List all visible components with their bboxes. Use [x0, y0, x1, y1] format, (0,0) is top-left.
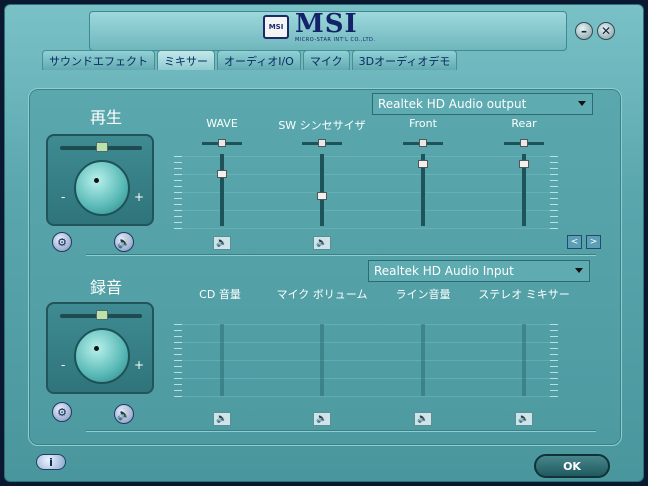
prev-channels-button[interactable]: <	[567, 235, 582, 249]
playback-title: 再生	[90, 108, 123, 127]
rear-fader[interactable]	[519, 154, 529, 226]
playback-grid	[182, 156, 550, 229]
dropdown-arrow-icon	[575, 268, 583, 273]
sw-synth-fader[interactable]	[317, 154, 327, 226]
next-channels-button[interactable]: >	[586, 235, 601, 249]
rear-fader-thumb[interactable]	[519, 160, 529, 168]
cd-fader[interactable]	[220, 324, 224, 396]
mute-icon: 🔈	[316, 238, 328, 248]
tab-microphone[interactable]: マイク	[302, 50, 350, 70]
channel-label-front: Front	[409, 117, 437, 130]
sw-synth-balance[interactable]	[302, 139, 342, 147]
mic-fader[interactable]	[320, 324, 324, 396]
playback-scale-right	[550, 156, 558, 229]
recording-balance-track[interactable]	[60, 310, 142, 320]
recording-plus: +	[134, 358, 145, 372]
channel-label-mic: マイク ボリューム	[276, 288, 368, 301]
wave-fader-thumb[interactable]	[217, 170, 227, 178]
recording-volume-control: - +	[46, 302, 154, 394]
playback-volume-knob[interactable]	[74, 160, 130, 216]
playback-balance-thumb[interactable]	[96, 142, 108, 152]
recording-minus: -	[61, 358, 66, 372]
close-button[interactable]: ✕	[597, 22, 615, 40]
mute-icon: 🔈	[216, 238, 228, 248]
tab-mixer[interactable]: ミキサー	[157, 50, 215, 70]
playback-plus: +	[134, 190, 145, 204]
playback-balance-track[interactable]	[60, 142, 142, 152]
recording-grid	[182, 324, 550, 397]
speaker-icon: 🔊	[117, 235, 131, 249]
mute-icon: 🔈	[316, 414, 328, 424]
rear-balance[interactable]	[504, 139, 544, 147]
section-divider	[86, 254, 596, 256]
mute-icon: 🔈	[518, 414, 530, 424]
wave-fader[interactable]	[217, 154, 227, 226]
sw-synth-fader-thumb[interactable]	[317, 192, 327, 200]
recording-scale-left	[174, 324, 182, 397]
stereo-mix-mute-button[interactable]: 🔈	[515, 412, 533, 426]
tune-icon: ⚙	[57, 235, 67, 249]
recording-mute-all-button[interactable]: 🔊	[114, 404, 134, 424]
front-balance[interactable]	[403, 139, 443, 147]
tab-sound-effect[interactable]: サウンドエフェクト	[42, 50, 155, 70]
mic-mute-button[interactable]: 🔈	[313, 412, 331, 426]
info-button[interactable]: i	[36, 454, 66, 470]
logo-text: MSI	[295, 9, 358, 39]
line-mute-button[interactable]: 🔈	[414, 412, 432, 426]
mute-icon: 🔈	[417, 414, 429, 424]
recording-volume-knob[interactable]	[74, 328, 130, 384]
msi-shield-icon: MSI	[263, 15, 289, 39]
playback-mute-all-button[interactable]: 🔊	[114, 232, 134, 252]
front-fader[interactable]	[418, 154, 428, 226]
bottom-divider	[86, 430, 596, 432]
channel-label-line: ライン音量	[395, 288, 451, 301]
sw-synth-mute-button[interactable]: 🔈	[313, 236, 331, 250]
playback-tune-button[interactable]: ⚙	[52, 232, 72, 252]
playback-volume-control: - +	[46, 134, 154, 226]
tab-audio-io[interactable]: オーディオI/O	[217, 50, 301, 70]
recording-scale-right	[550, 324, 558, 397]
channel-label-sw-synth: SW シンセサイザ	[278, 119, 366, 132]
info-icon: i	[49, 455, 53, 469]
logo-subtext: MICRO-STAR INT'L CO.,LTD.	[295, 37, 376, 43]
channel-label-cd: CD 音量	[199, 288, 241, 301]
recording-device-select[interactable]: Realtek HD Audio Input	[368, 260, 590, 282]
recording-balance-thumb[interactable]	[96, 310, 108, 320]
recording-tune-button[interactable]: ⚙	[52, 402, 72, 422]
wave-balance[interactable]	[202, 139, 242, 147]
tab-bar: サウンドエフェクト ミキサー オーディオI/O マイク 3Dオーディオデモ	[42, 50, 459, 70]
channel-label-wave: WAVE	[206, 117, 238, 130]
minimize-button[interactable]: –	[575, 22, 593, 40]
playback-device-select[interactable]: Realtek HD Audio output	[372, 93, 593, 115]
front-fader-thumb[interactable]	[418, 160, 428, 168]
ok-button[interactable]: OK	[534, 454, 610, 478]
channel-label-rear: Rear	[511, 117, 537, 130]
channel-label-stereo-mix: ステレオ ミキサー	[478, 288, 570, 301]
playback-scale-left	[174, 156, 182, 229]
tab-3d-audio-demo[interactable]: 3Dオーディオデモ	[351, 50, 458, 70]
speaker-icon: 🔊	[117, 407, 131, 421]
mute-icon: 🔈	[216, 414, 228, 424]
tune-icon: ⚙	[57, 405, 67, 419]
msi-logo: MSI MSI MICRO-STAR INT'L CO.,LTD.	[263, 10, 375, 44]
line-fader[interactable]	[421, 324, 425, 396]
dropdown-arrow-icon	[578, 101, 586, 106]
recording-title: 録音	[90, 278, 123, 297]
playback-minus: -	[61, 190, 66, 204]
cd-mute-button[interactable]: 🔈	[213, 412, 231, 426]
stereo-mix-fader[interactable]	[522, 324, 526, 396]
wave-mute-button[interactable]: 🔈	[213, 236, 231, 250]
